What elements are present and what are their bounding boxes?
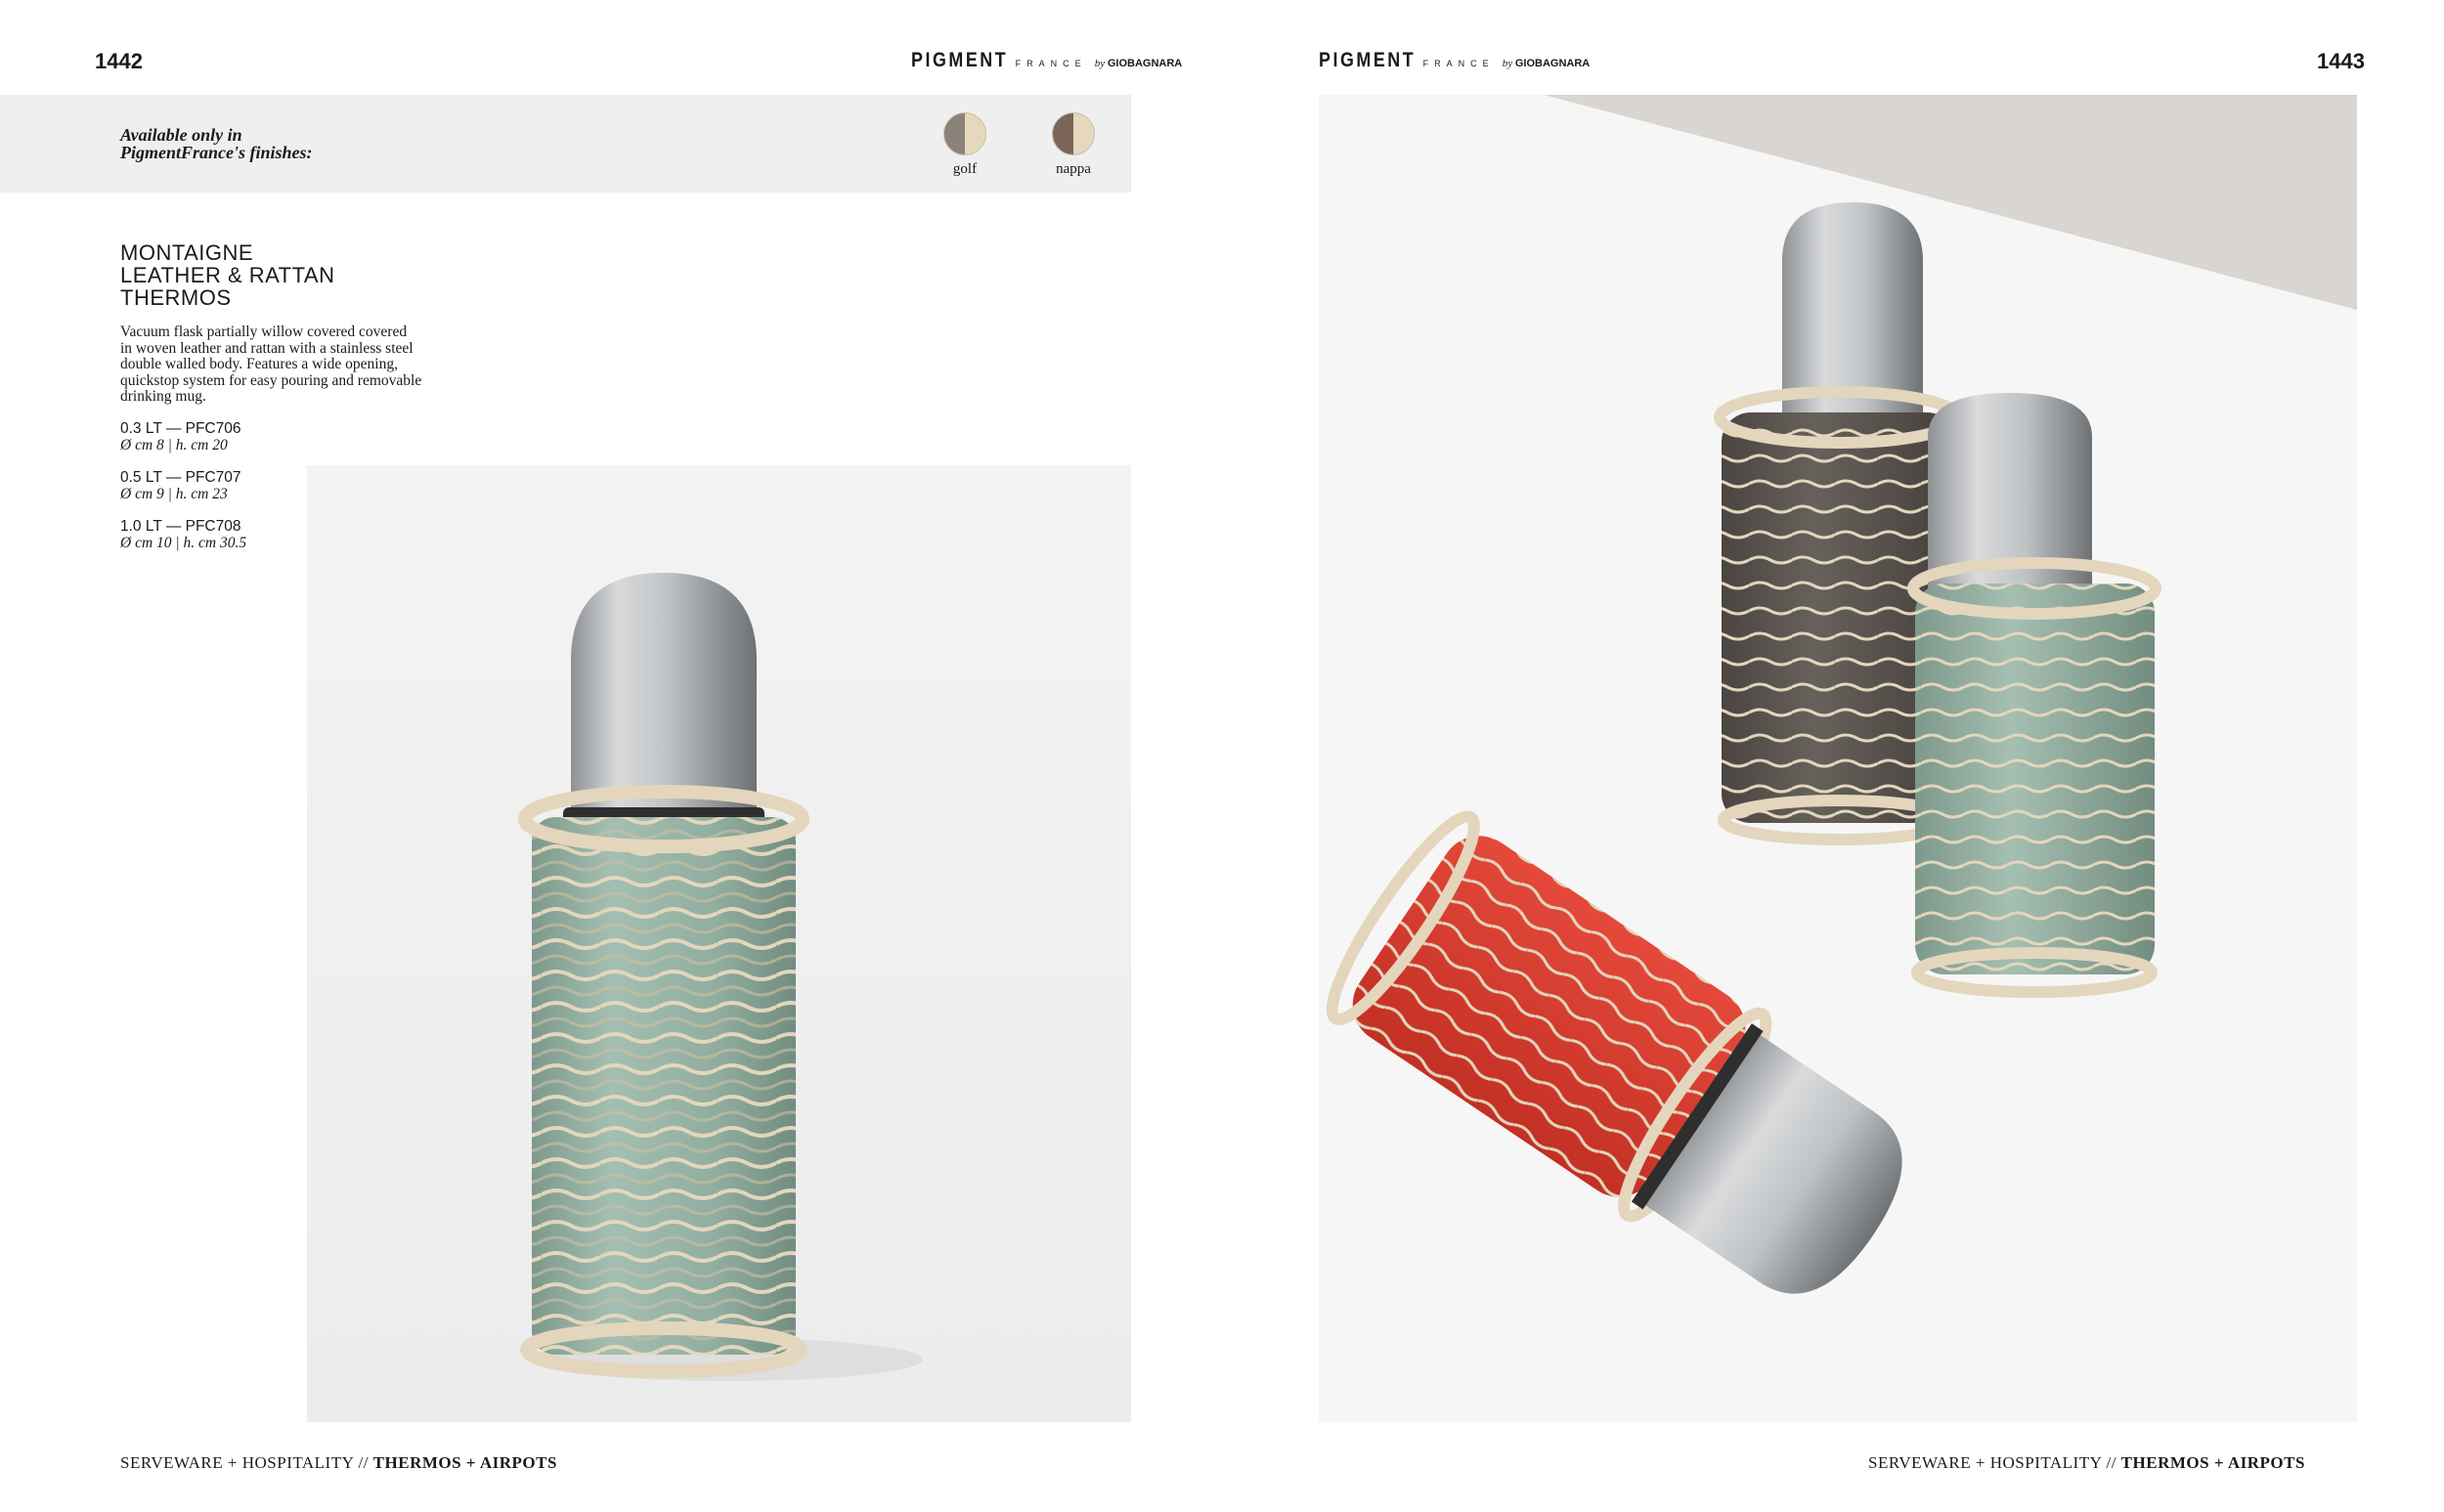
product-description: Vacuum flask partially willow covered co…: [120, 324, 422, 405]
variant-item: 1.0 LT — PFC708 Ø cm 10 | h. cm 30.5: [120, 518, 247, 551]
product-photo-three-thermoses: [1319, 95, 2357, 1422]
right-brand-logo: PIGMENT FRANCE by GIOBAGNARA: [1319, 49, 1590, 72]
finishes-label: Available only in PigmentFrance's finish…: [120, 125, 313, 162]
left-page-number: 1442: [95, 49, 143, 73]
product-title: MONTAIGNE LEATHER & RATTAN THERMOS: [120, 240, 335, 310]
variant-item: 0.3 LT — PFC706 Ø cm 8 | h. cm 20: [120, 420, 241, 454]
finishes-bar: Available only in PigmentFrance's finish…: [0, 95, 1131, 193]
finish-label-nappa: nappa: [1056, 161, 1091, 177]
brand-name: PIGMENT: [911, 49, 1009, 71]
golf-swatch-icon: [943, 112, 986, 155]
right-footer: SERVEWARE + HOSPITALITY // THERMOS + AIR…: [1868, 1453, 2305, 1472]
brand-by: by GIOBAGNARA: [1094, 58, 1183, 69]
variant-item: 0.5 LT — PFC707 Ø cm 9 | h. cm 23: [120, 469, 241, 502]
right-page-number: 1443: [2317, 49, 2365, 73]
nappa-swatch-icon: [1052, 112, 1095, 155]
brand-name: PIGMENT: [1319, 49, 1417, 71]
left-footer: SERVEWARE + HOSPITALITY // THERMOS + AIR…: [120, 1453, 557, 1472]
brand-sub: FRANCE: [1015, 59, 1087, 68]
brand-sub: FRANCE: [1422, 59, 1495, 68]
brand-by: by GIOBAGNARA: [1502, 58, 1591, 69]
finish-swatch-golf[interactable]: golf: [943, 112, 986, 178]
left-brand-logo: PIGMENT FRANCE by GIOBAGNARA: [911, 49, 1182, 72]
product-photo-single-thermos: [307, 465, 1131, 1422]
finish-swatch-nappa[interactable]: nappa: [1052, 112, 1095, 178]
finish-label-golf: golf: [952, 161, 978, 177]
